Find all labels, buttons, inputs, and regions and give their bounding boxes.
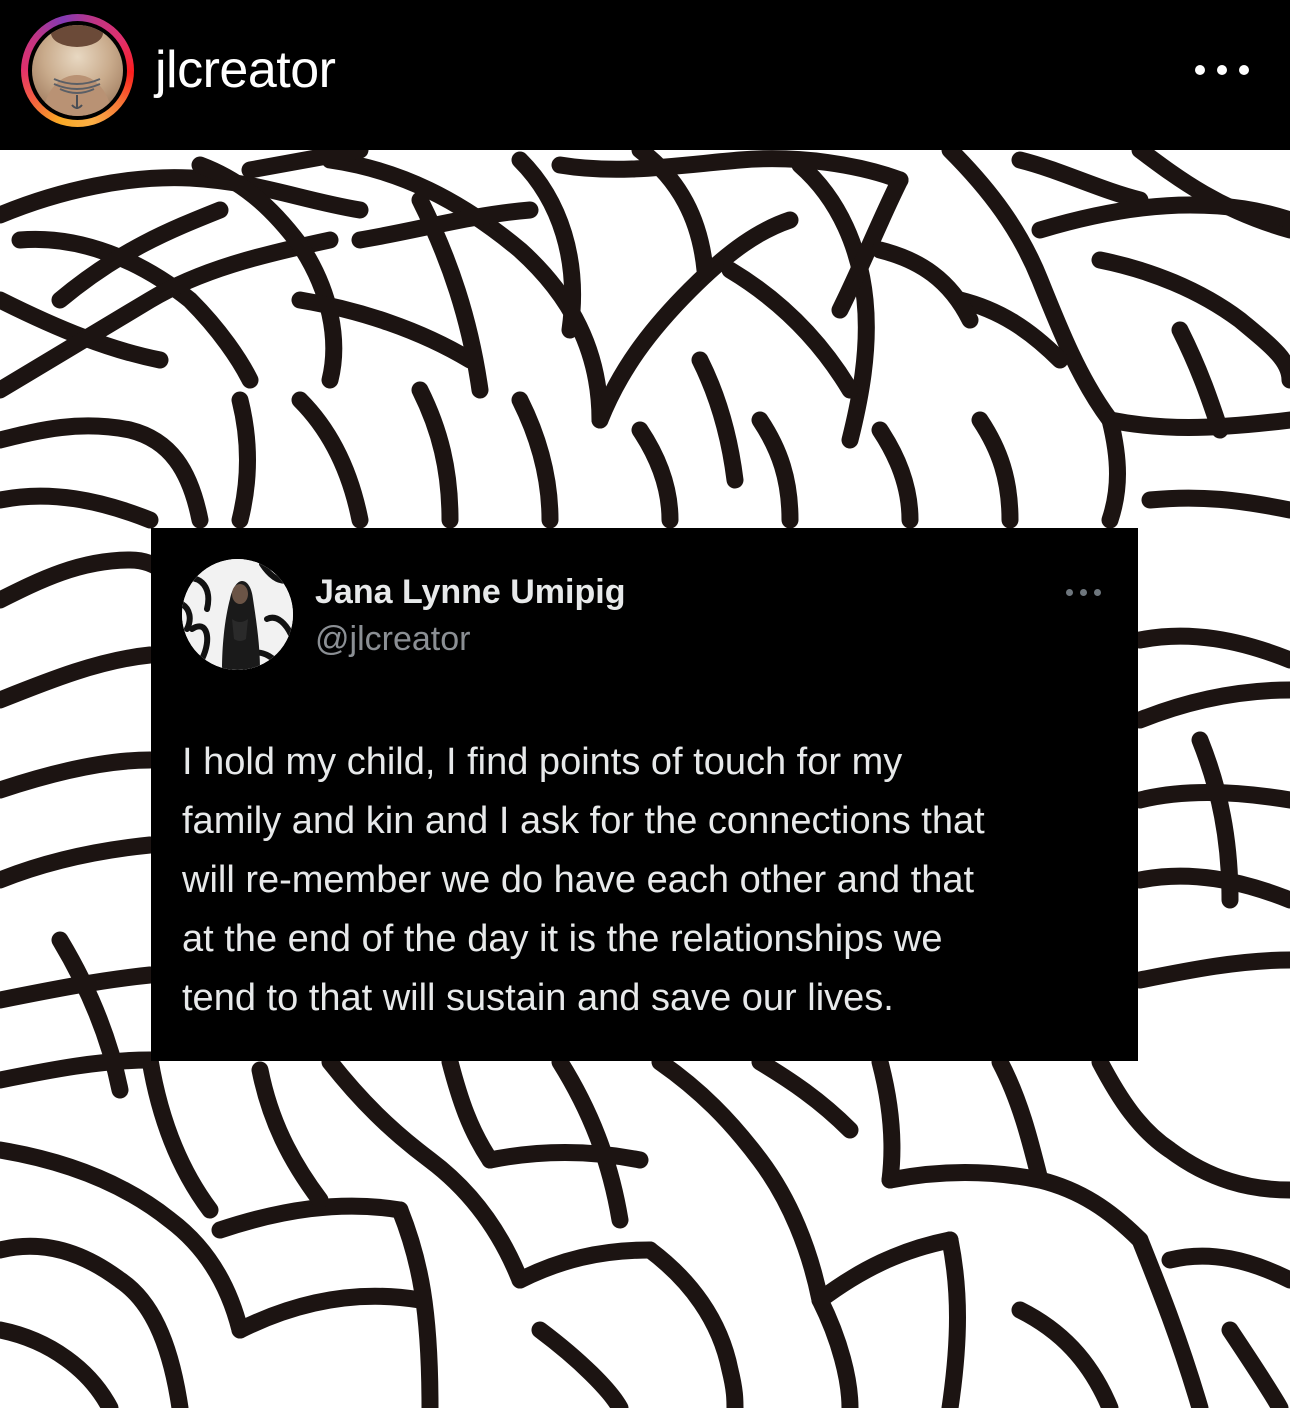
avatar-photo <box>42 25 113 116</box>
tweet-text: I hold my child, I find points of touch … <box>182 733 1122 1028</box>
tweet-text-line: I hold my child, I find points of touch … <box>182 741 903 783</box>
avatar-gap <box>28 21 127 120</box>
tweet-handle[interactable]: @jlcreator <box>315 619 470 659</box>
more-dot-icon <box>1217 65 1227 75</box>
more-dot-icon <box>1066 589 1073 596</box>
more-dot-icon <box>1195 65 1205 75</box>
post-more-button[interactable] <box>1192 54 1256 88</box>
more-dot-icon <box>1080 589 1087 596</box>
post-image[interactable]: Jana Lynne Umipig @jlcreator I hold my c… <box>0 150 1290 1408</box>
avatar[interactable] <box>32 25 123 116</box>
more-dot-icon <box>1094 589 1101 596</box>
tweet-text-line: family and kin and I ask for the connect… <box>182 800 985 842</box>
more-dot-icon <box>1239 65 1249 75</box>
tweet-avatar[interactable] <box>182 559 293 670</box>
tweet-more-button[interactable] <box>1063 584 1105 600</box>
tweet-display-name[interactable]: Jana Lynne Umipig <box>315 572 625 612</box>
post-header: jlcreator <box>0 0 1290 150</box>
tweet-text-line: will re-member we do have each other and… <box>182 859 975 901</box>
tweet-text-line: at the end of the day it is the relation… <box>182 918 943 960</box>
post-username[interactable]: jlcreator <box>155 38 336 102</box>
tweet-text-line: tend to that will sustain and save our l… <box>182 977 894 1019</box>
tweet-card: Jana Lynne Umipig @jlcreator I hold my c… <box>151 528 1138 1061</box>
tweet-avatar-photo <box>182 559 293 670</box>
story-ring[interactable] <box>21 14 134 127</box>
